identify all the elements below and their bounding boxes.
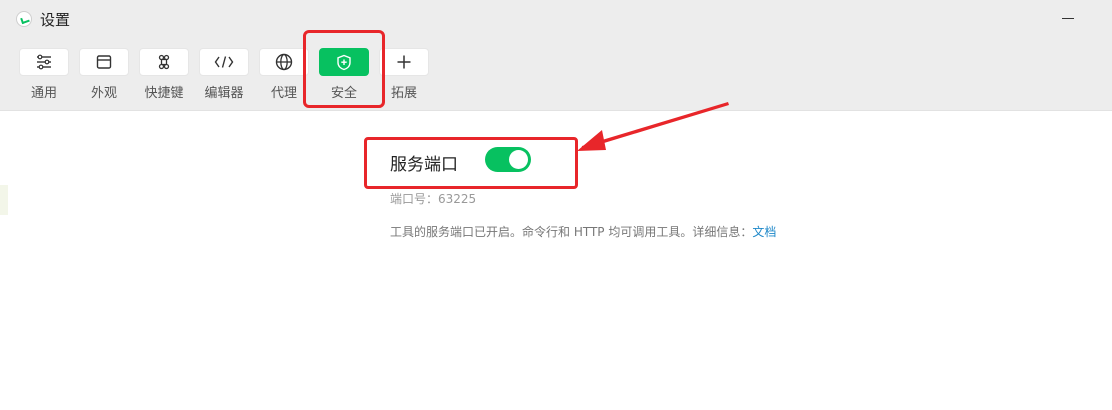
annotation-arrow bbox=[577, 102, 729, 151]
